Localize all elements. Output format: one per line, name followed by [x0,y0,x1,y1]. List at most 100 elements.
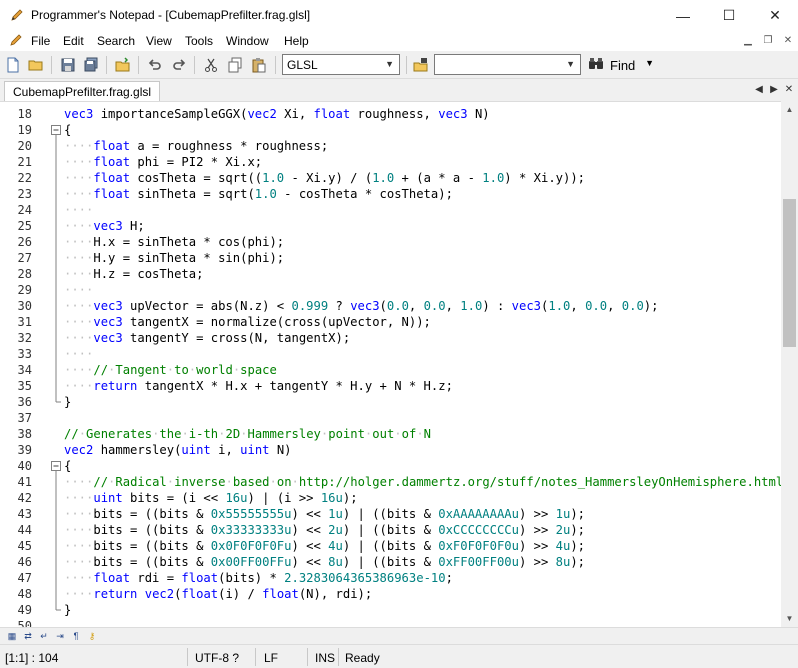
code-line[interactable]: 40 { [18,458,781,474]
code-text: ····vec3 upVector = abs(N.z) < 0.999 ? v… [64,299,659,313]
code-line[interactable]: 24 ···· [18,202,781,218]
find-results-icon[interactable]: ⇄ [22,630,34,642]
line-number: 21 [17,155,32,169]
line-ending-indicator[interactable]: LF [264,651,278,665]
code-line[interactable]: 50 [18,618,781,627]
code-line[interactable]: 49} [18,602,781,618]
tab-scroll-right-icon[interactable]: ▶ [768,83,780,97]
menu-view[interactable]: View [146,34,172,48]
find-in-files-icon[interactable] [412,56,430,74]
new-file-icon[interactable] [4,56,22,74]
code-line[interactable]: 44 ····bits = ((bits & 0x33333333u) << 2u… [18,522,781,538]
code-text: ····vec3 tangentY = cross(N, tangentX); [64,331,351,345]
indent-icon[interactable]: ⇥ [54,630,66,642]
vertical-scrollbar[interactable]: ▲ ▼ [781,101,798,627]
redo-icon[interactable] [170,56,188,74]
code-line[interactable]: 45 ····bits = ((bits & 0x0F0F0F0Fu) << 4u… [18,538,781,554]
code-line[interactable]: 48 ····return vec2(float(i) / float(N), r… [18,586,781,602]
code-area[interactable]: 18 vec3 importanceSampleGGX(vec2 Xi, floa… [18,106,781,627]
key-icon[interactable]: ⚷ [86,630,98,642]
toolbar: GLSL ▼ ▼ Find ▼ [0,51,798,79]
open-folder-icon[interactable] [27,56,45,74]
mdi-restore-icon[interactable]: ❐ [761,34,775,48]
code-text: ····uint bits = (i << 16u) | (i >> 16u); [64,491,358,505]
code-line[interactable]: 33 ···· [18,346,781,362]
minimize-button[interactable]: — [660,0,706,31]
language-select[interactable]: GLSL ▼ [282,54,400,75]
code-line[interactable]: 43 ····bits = ((bits & 0x55555555u) << 1u… [18,506,781,522]
tab-close-icon[interactable]: ✕ [783,83,795,97]
code-line[interactable]: 22 ····float cosTheta = sqrt((1.0 - Xi.y)… [18,170,781,186]
document-icon[interactable] [10,33,23,47]
code-line[interactable]: 28 ····H.z = cosTheta; [18,266,781,282]
output-icon[interactable]: ▦ [6,630,18,642]
encoding-indicator[interactable]: UTF-8 ? [195,651,239,665]
code-text: ···· [64,203,94,217]
code-text: vec3 importanceSampleGGX(vec2 Xi, float … [64,107,490,121]
code-line[interactable]: 29 ···· [18,282,781,298]
tab-scroll-left-icon[interactable]: ◀ [753,83,765,97]
wrap-icon[interactable]: ↵ [38,630,50,642]
code-text: ····bits = ((bits & 0x55555555u) << 1u) … [64,507,586,521]
menu-edit[interactable]: Edit [63,34,84,48]
code-line[interactable]: 25 ····vec3 H; [18,218,781,234]
code-line[interactable]: 38 //·Generates·the·i-th·2D·Hammersley·po… [18,426,781,442]
line-number: 42 [17,491,32,505]
menu-search[interactable]: Search [97,34,135,48]
line-number: 22 [17,171,32,185]
line-number: 34 [17,363,32,377]
code-text: { [64,123,72,137]
mdi-minimize-icon[interactable]: ▁ [741,34,755,48]
code-line[interactable]: 37 [18,410,781,426]
code-line[interactable]: 35 ····return tangentX * H.x + tangentY *… [18,378,781,394]
find-dropdown-icon[interactable]: ▼ [645,58,654,68]
open-project-icon[interactable] [114,56,132,74]
code-line[interactable]: 19 { [18,122,781,138]
code-line[interactable]: 21 ····float phi = PI2 * Xi.x; [18,154,781,170]
code-line[interactable]: 42 ····uint bits = (i << 16u) | (i >> 16u… [18,490,781,506]
code-text: ····float cosTheta = sqrt((1.0 - Xi.y) /… [64,171,586,185]
scroll-down-icon[interactable]: ▼ [781,610,798,627]
code-text: ····float phi = PI2 * Xi.x; [64,155,263,169]
scroll-up-icon[interactable]: ▲ [781,101,798,118]
code-line[interactable]: 30 ····vec3 upVector = abs(N.z) < 0.999 ?… [18,298,781,314]
whitespace-icon[interactable]: ¶ [70,630,82,642]
code-line[interactable]: 36} [18,394,781,410]
copy-icon[interactable] [226,56,244,74]
code-line[interactable]: 47 ····float rdi = float(bits) * 2.328306… [18,570,781,586]
line-number: 40 [17,459,32,473]
code-line[interactable]: 39 vec2 hammersley(uint i, uint N) [18,442,781,458]
toolbar-separator [138,56,139,74]
code-editor[interactable]: 18 vec3 importanceSampleGGX(vec2 Xi, floa… [0,101,781,627]
code-line[interactable]: 20 ····float a = roughness * roughness; [18,138,781,154]
menu-tools[interactable]: Tools [185,34,213,48]
code-line[interactable]: 23 ····float sinTheta = sqrt(1.0 - cosThe… [18,186,781,202]
code-line[interactable]: 41 ····//·Radical·inverse·based·on·http:/… [18,474,781,490]
code-line[interactable]: 27 ····H.y = sinTheta * sin(phi); [18,250,781,266]
toolbar-separator [194,56,195,74]
menu-window[interactable]: Window [226,34,269,48]
line-number: 20 [17,139,32,153]
code-line[interactable]: 32 ····vec3 tangentY = cross(N, tangentX)… [18,330,781,346]
menu-file[interactable]: File [31,34,50,48]
code-line[interactable]: 46 ····bits = ((bits & 0x00FF00FFu) << 8u… [18,554,781,570]
code-line[interactable]: 26 ····H.x = sinTheta * cos(phi); [18,234,781,250]
close-button[interactable]: ✕ [752,0,798,31]
cut-icon[interactable] [202,56,220,74]
code-line[interactable]: 18 vec3 importanceSampleGGX(vec2 Xi, floa… [18,106,781,122]
status-separator [187,648,188,666]
tab-cubemapprefilter[interactable]: CubemapPrefilter.frag.glsl [4,81,161,102]
mdi-close-icon[interactable]: ✕ [781,34,795,48]
code-line[interactable]: 31 ····vec3 tangentX = normalize(cross(up… [18,314,781,330]
menu-help[interactable]: Help [284,34,309,48]
save-icon[interactable] [59,56,77,74]
line-number: 47 [17,571,32,585]
scrollbar-thumb[interactable] [783,199,796,347]
save-all-icon[interactable] [82,56,100,74]
code-line[interactable]: 34 ····//·Tangent·to·world·space [18,362,781,378]
paste-icon[interactable] [250,56,268,74]
maximize-button[interactable]: ☐ [706,0,752,31]
undo-icon[interactable] [146,56,164,74]
find-button[interactable]: Find ▼ [588,54,660,76]
find-input[interactable]: ▼ [434,54,581,75]
